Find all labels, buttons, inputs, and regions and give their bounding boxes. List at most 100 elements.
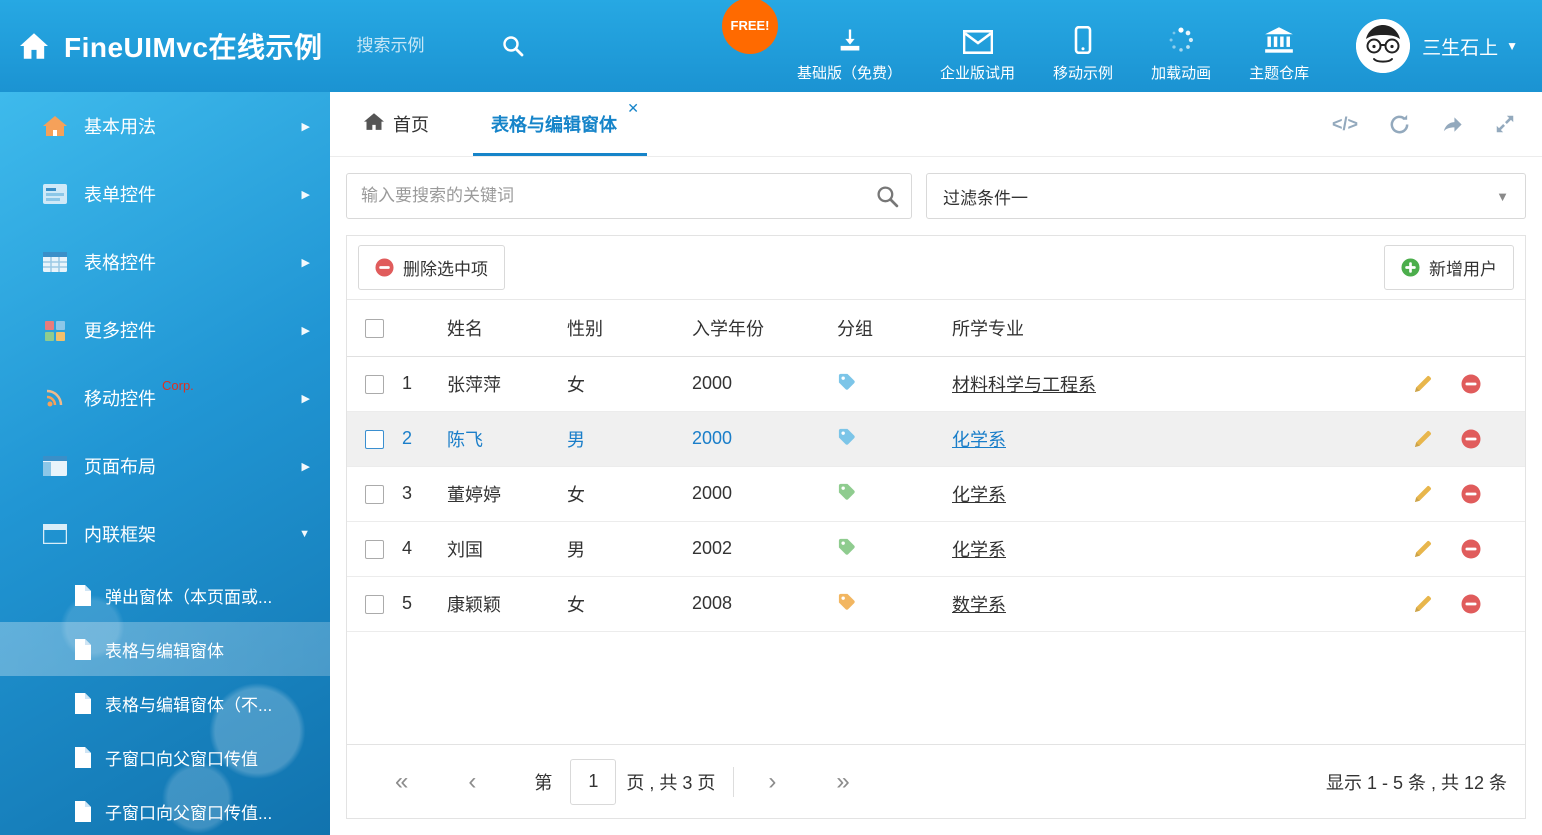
divider [733,767,734,797]
row-number: 2 [402,411,447,466]
add-user-button[interactable]: 新增用户 [1384,245,1514,290]
table-header-row: 姓名 性别 入学年份 分组 所学专业 [347,300,1525,356]
search-icon[interactable] [876,185,899,213]
delete-icon[interactable] [1461,484,1481,504]
table-row[interactable]: 4 刘国 男 2002 化学系 [347,521,1525,576]
cell-name: 陈飞 [447,411,567,466]
close-icon[interactable]: ✕ [627,100,639,117]
page-number-input[interactable] [570,759,616,805]
sidebar-item-iframe[interactable]: 内联框架 ▼ [0,500,330,568]
home-icon [364,113,384,136]
header-search-input[interactable] [357,36,492,56]
sidebar-item-grid-controls[interactable]: 表格控件 ▶ [0,228,330,296]
delete-icon[interactable] [1461,374,1481,394]
column-header-group[interactable]: 分组 [837,300,952,356]
select-all-checkbox[interactable] [365,319,384,338]
users-table: 姓名 性别 入学年份 分组 所学专业 1 张萍萍 女 2000 [347,300,1525,632]
tag-icon[interactable] [837,482,856,501]
tag-icon[interactable] [837,537,856,556]
major-link[interactable]: 化学系 [952,485,1006,505]
sidebar-item-mobile-controls[interactable]: 移动控件 Corp. ▶ [0,364,330,432]
column-header-gender[interactable]: 性别 [567,300,692,356]
chevron-right-icon: ▶ [302,324,310,337]
forward-icon[interactable] [1441,113,1464,136]
previous-page-icon[interactable]: ‹ [438,768,506,796]
column-header-name[interactable]: 姓名 [447,300,567,356]
next-page-icon[interactable]: › [738,768,806,796]
cell-year: 2000 [692,356,837,411]
table-row[interactable]: 1 张萍萍 女 2000 材料科学与工程系 [347,356,1525,411]
chevron-right-icon: ▶ [302,460,310,473]
table-row[interactable]: 3 董婷婷 女 2000 化学系 [347,466,1525,521]
bank-icon [1264,24,1294,54]
layout-icon [42,456,68,476]
tag-icon[interactable] [837,592,856,611]
cell-gender: 男 [567,411,692,466]
last-page-icon[interactable]: » [806,768,879,796]
table-row[interactable]: 5 康颖颖 女 2008 数学系 [347,576,1525,631]
code-icon[interactable]: </> [1332,114,1358,135]
sidebar-subitem-popup-window[interactable]: 弹出窗体（本页面或... [0,568,330,622]
tab-home[interactable]: 首页 [346,92,447,156]
refresh-icon[interactable] [1388,113,1411,136]
record-summary: 显示 1 - 5 条 , 共 12 条 [1326,769,1507,795]
sidebar-subitem-grid-edit-window[interactable]: 表格与编辑窗体 [0,622,330,676]
row-checkbox[interactable] [365,595,384,614]
cell-year: 2002 [692,521,837,576]
first-page-icon[interactable]: « [365,768,438,796]
tag-icon[interactable] [837,427,856,446]
tab-grid-edit-window[interactable]: 表格与编辑窗体 ✕ [473,92,647,156]
major-link[interactable]: 材料科学与工程系 [952,375,1096,395]
user-menu[interactable]: 三生石上 ▼ [1356,19,1518,73]
edit-icon[interactable] [1413,539,1433,559]
row-checkbox[interactable] [365,430,384,449]
sidebar-subitem-child-to-parent-2[interactable]: 子窗口向父窗口传值... [0,784,330,835]
delete-icon[interactable] [1461,594,1481,614]
nav-item-enterprise-trial[interactable]: 企业版试用 [921,24,1034,83]
nav-item-basic-free[interactable]: 基础版（免费） [778,24,921,83]
user-name: 三生石上 [1422,33,1498,60]
expand-icon[interactable] [1494,113,1516,135]
delete-icon[interactable] [1461,429,1481,449]
file-icon [74,693,91,714]
cell-year: 2008 [692,576,837,631]
delete-selected-button[interactable]: 删除选中项 [358,245,505,290]
table-row[interactable]: 2 陈飞 男 2000 化学系 [347,411,1525,466]
home-icon[interactable] [18,32,50,60]
major-link[interactable]: 数学系 [952,595,1006,615]
edit-icon[interactable] [1413,374,1433,394]
row-checkbox[interactable] [365,485,384,504]
edit-icon[interactable] [1413,484,1433,504]
chevron-right-icon: ▶ [302,120,310,133]
filter-dropdown[interactable]: 过滤条件一 ▼ [926,173,1526,219]
sidebar-item-basic-usage[interactable]: 基本用法 ▶ [0,92,330,160]
keyword-search-input[interactable] [346,173,912,219]
nav-item-theme-repo[interactable]: 主题仓库 [1230,24,1328,83]
chevron-right-icon: ▶ [302,256,310,269]
grid-toolbar: 删除选中项 新增用户 [347,236,1525,300]
search-icon[interactable] [502,35,524,57]
delete-icon[interactable] [1461,539,1481,559]
sidebar-item-more-controls[interactable]: 更多控件 ▶ [0,296,330,364]
column-header-year[interactable]: 入学年份 [692,300,837,356]
nav-item-loading-animation[interactable]: 加载动画 [1132,24,1230,83]
sidebar-subitem-child-to-parent[interactable]: 子窗口向父窗口传值 [0,730,330,784]
major-link[interactable]: 化学系 [952,540,1006,560]
free-badge: FREE! [722,0,778,54]
file-icon [74,747,91,768]
edit-icon[interactable] [1413,594,1433,614]
nav-item-mobile-demo[interactable]: 移动示例 [1034,24,1132,83]
column-header-major[interactable]: 所学专业 [952,300,1413,356]
row-checkbox[interactable] [365,540,384,559]
major-link[interactable]: 化学系 [952,430,1006,450]
page-prefix: 第 [506,769,560,795]
tag-icon[interactable] [837,372,856,391]
file-icon [74,639,91,660]
sidebar-item-form-controls[interactable]: 表单控件 ▶ [0,160,330,228]
sidebar-item-page-layout[interactable]: 页面布局 ▶ [0,432,330,500]
edit-icon[interactable] [1413,429,1433,449]
row-checkbox[interactable] [365,375,384,394]
chevron-right-icon: ▶ [302,392,310,405]
sidebar-subitem-grid-edit-window-2[interactable]: 表格与编辑窗体（不... [0,676,330,730]
chevron-down-icon: ▼ [1496,189,1509,204]
